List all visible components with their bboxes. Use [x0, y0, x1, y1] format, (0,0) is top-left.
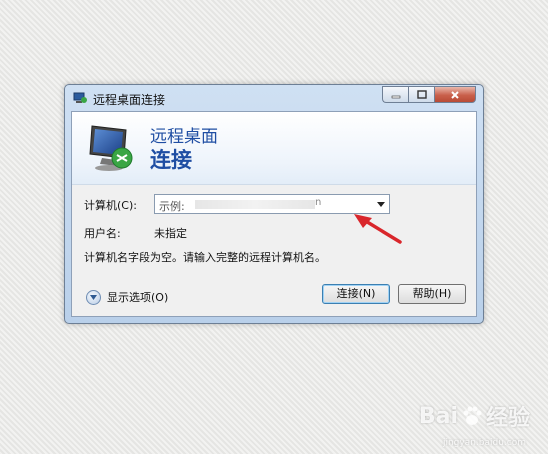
redacted-text: [195, 200, 315, 209]
connect-button[interactable]: 连接(N): [322, 284, 390, 304]
remote-desktop-window: 远程桌面连接 远程桌面 连接 计算机(C): 示例: n 用户名: 未指定 计算…: [64, 84, 484, 324]
username-value: 未指定: [154, 227, 187, 240]
computer-combobox[interactable]: 示例: n: [154, 194, 390, 214]
header-banner: 远程桌面 连接: [72, 112, 476, 185]
dropdown-arrow-icon[interactable]: [377, 202, 385, 207]
computer-combobox-value: 示例:: [159, 200, 185, 213]
dialog-client-area: 远程桌面 连接 计算机(C): 示例: n 用户名: 未指定 计算机名字段为空。…: [71, 111, 477, 317]
username-label: 用户名:: [84, 227, 121, 240]
red-arrow-annotation: [354, 214, 402, 244]
empty-field-message: 计算机名字段为空。请输入完整的远程计算机名。: [84, 251, 326, 264]
computer-label: 计算机(C):: [84, 199, 137, 212]
computer-combobox-tail: n: [315, 197, 322, 208]
watermark-url: jingyan.baidu.com: [442, 438, 526, 448]
show-options-toggle[interactable]: 显示选项(O): [86, 289, 168, 305]
paw-icon: [463, 406, 482, 425]
title-bar[interactable]: 远程桌面连接: [65, 85, 483, 111]
expand-chevron-icon: [86, 289, 101, 305]
close-button[interactable]: [434, 86, 476, 103]
close-icon: [451, 90, 459, 99]
help-button[interactable]: 帮助(H): [398, 284, 466, 304]
maximize-icon: [416, 90, 427, 99]
show-options-label: 显示选项(O): [107, 291, 169, 304]
remote-desktop-monitor-icon: [89, 125, 133, 171]
window-title: 远程桌面连接: [93, 93, 166, 107]
remote-desktop-icon: [73, 92, 87, 103]
watermark-brand: Bai: [418, 403, 458, 429]
banner-title-line2: 连接: [150, 148, 192, 172]
maximize-button[interactable]: [408, 86, 434, 103]
window-controls: [382, 86, 476, 104]
baidu-watermark: Bai 经验: [419, 400, 530, 432]
chevron-down-icon: [90, 294, 97, 300]
minimize-icon: [391, 95, 400, 98]
watermark-brand2: 经验: [485, 406, 530, 431]
minimize-button[interactable]: [382, 86, 408, 103]
